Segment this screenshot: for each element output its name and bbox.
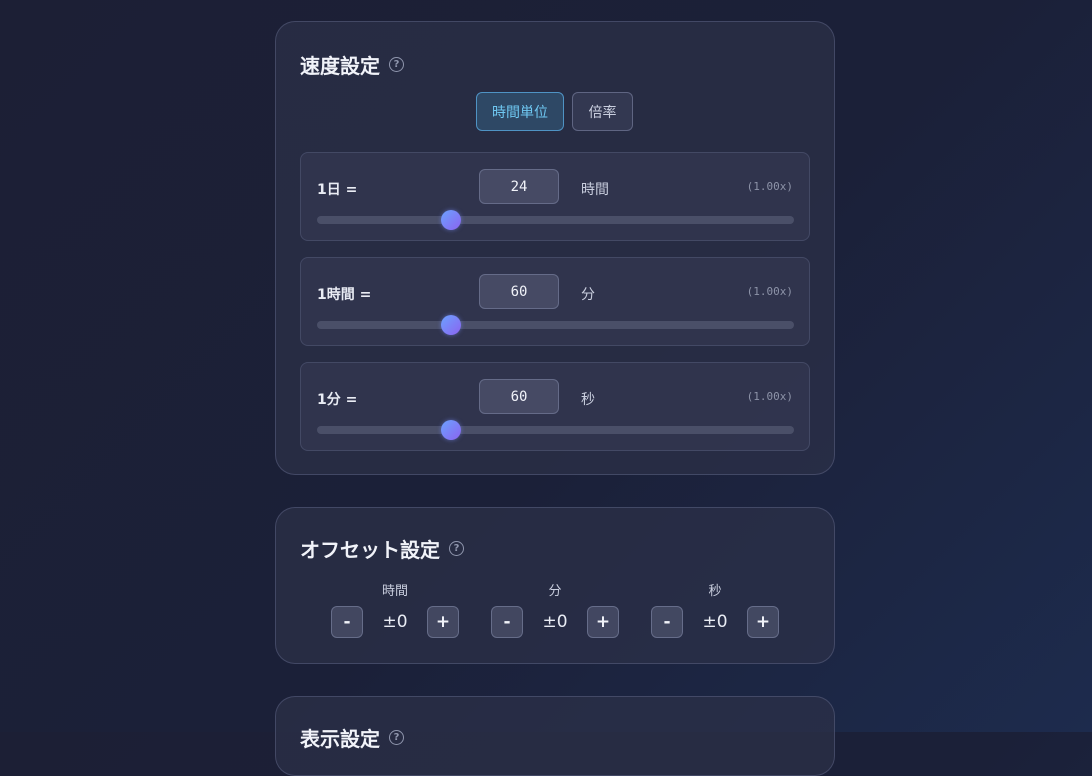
hour-rate-label: 1時間 =	[317, 287, 372, 303]
day-rate-label: 1日 =	[317, 182, 358, 198]
offset-minutes-value: ±0	[542, 612, 568, 632]
minute-rate-slider[interactable]	[317, 420, 794, 440]
speed-mode-tabs: 時間単位 倍率	[476, 92, 633, 131]
minute-rate-slider-thumb[interactable]	[440, 420, 461, 440]
offset-seconds-label: 秒	[708, 584, 722, 599]
offset-group-minutes: 分 - ±0 +	[491, 580, 619, 638]
offset-hours-decrement-button[interactable]: -	[331, 606, 363, 638]
minute-rate-input[interactable]: 60	[479, 379, 559, 414]
offset-hours-increment-button[interactable]: +	[427, 606, 459, 638]
speed-settings-title: 速度設定 ?	[300, 50, 404, 79]
offset-seconds-increment-button[interactable]: +	[747, 606, 779, 638]
hour-rate-row: 1時間 = 60 分 (1.00x)	[300, 257, 810, 346]
offset-settings-title-text: オフセット設定	[300, 538, 440, 562]
day-rate-slider-thumb[interactable]	[440, 210, 461, 230]
help-icon[interactable]: ?	[449, 541, 464, 556]
day-rate-slider[interactable]	[317, 210, 794, 230]
offset-group-hours: 時間 - ±0 +	[331, 580, 459, 638]
offset-group-seconds: 秒 - ±0 +	[651, 580, 779, 638]
offset-settings-title: オフセット設定 ?	[300, 534, 464, 563]
offset-hours-value: ±0	[382, 612, 408, 632]
offset-seconds-controls: - ±0 +	[651, 606, 779, 638]
offset-settings-panel: オフセット設定 ? 時間 - ±0 + 分 - ±0 + 秒 - ±0 +	[275, 507, 835, 664]
minute-rate-row: 1分 = 60 秒 (1.00x)	[300, 362, 810, 451]
minute-rate-label: 1分 =	[317, 392, 358, 408]
tab-time-unit[interactable]: 時間単位	[476, 92, 564, 131]
offset-hours-controls: - ±0 +	[331, 606, 459, 638]
offset-seconds-value: ±0	[702, 612, 728, 632]
offset-minutes-decrement-button[interactable]: -	[491, 606, 523, 638]
hour-rate-unit: 分	[581, 287, 595, 303]
offset-minutes-increment-button[interactable]: +	[587, 606, 619, 638]
day-rate-unit: 時間	[581, 182, 609, 198]
help-icon[interactable]: ?	[389, 57, 404, 72]
display-settings-panel: 表示設定 ?	[275, 696, 835, 776]
tab-ratio[interactable]: 倍率	[572, 92, 633, 131]
display-settings-title: 表示設定 ?	[300, 723, 404, 752]
minute-rate-unit: 秒	[581, 392, 595, 408]
hour-rate-input[interactable]: 60	[479, 274, 559, 309]
day-rate-multiplier: (1.00x)	[746, 180, 793, 193]
speed-settings-title-text: 速度設定	[300, 54, 380, 78]
help-icon[interactable]: ?	[389, 730, 404, 745]
offset-hours-label: 時間	[381, 584, 408, 599]
day-rate-input[interactable]: 24	[479, 169, 559, 204]
hour-rate-multiplier: (1.00x)	[746, 285, 793, 298]
display-settings-title-text: 表示設定	[300, 727, 380, 751]
hour-rate-slider-thumb[interactable]	[440, 315, 461, 335]
offset-seconds-decrement-button[interactable]: -	[651, 606, 683, 638]
offset-minutes-label: 分	[548, 584, 562, 599]
speed-settings-panel: 速度設定 ? 時間単位 倍率 1日 = 24 時間 (1.00x) 1時間 = …	[275, 21, 835, 475]
offset-minutes-controls: - ±0 +	[491, 606, 619, 638]
day-rate-row: 1日 = 24 時間 (1.00x)	[300, 152, 810, 241]
offset-groups: 時間 - ±0 + 分 - ±0 + 秒 - ±0 +	[331, 580, 779, 638]
hour-rate-slider[interactable]	[317, 315, 794, 335]
minute-rate-multiplier: (1.00x)	[746, 390, 793, 403]
